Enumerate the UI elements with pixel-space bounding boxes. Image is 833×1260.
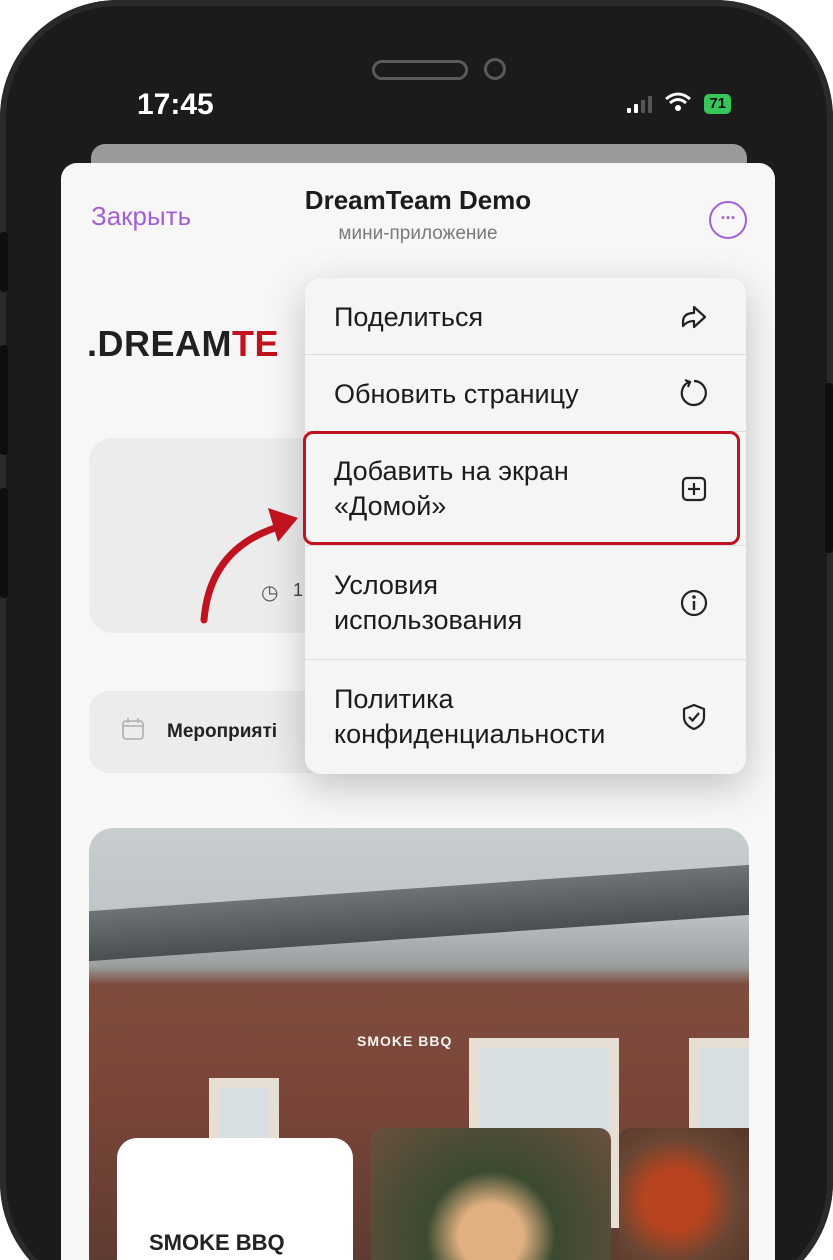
- menu-item-label: Поделиться: [334, 302, 484, 332]
- power-button: [825, 383, 833, 553]
- status-indicators: 71: [627, 92, 731, 116]
- front-camera: [484, 58, 506, 80]
- menu-item-label: Политика конфиденциальности: [334, 684, 606, 749]
- share-icon: [677, 300, 711, 334]
- facade-sign: SMOKE BBQ: [357, 1033, 453, 1049]
- app-title: DreamTeam Demo: [304, 185, 532, 215]
- roof-shape: [89, 864, 749, 962]
- restaurant-card[interactable]: SMOKE BBQ: [117, 1138, 353, 1260]
- menu-item-label: Условия использования: [334, 570, 523, 635]
- menu-item-privacy[interactable]: Политика конфиденциальности: [305, 660, 746, 774]
- menu-item-label: Обновить страницу: [334, 379, 579, 409]
- signal-icon: [627, 95, 653, 113]
- more-options-button[interactable]: ···: [709, 201, 747, 239]
- calendar-icon: [121, 717, 145, 747]
- shield-check-icon: [677, 700, 711, 734]
- pointer-arrow: [200, 508, 298, 624]
- food-image: [371, 1128, 611, 1260]
- menu-item-share[interactable]: Поделиться: [305, 278, 746, 355]
- highlight-frame: [303, 431, 740, 545]
- volume-up-button: [0, 345, 8, 455]
- menu-item-terms[interactable]: Условия использования: [305, 546, 746, 660]
- restaurant-photo[interactable]: SMOKE BBQ SMOKE BBQ: [89, 828, 749, 1260]
- logo-accent: TE: [232, 323, 280, 364]
- wifi-icon: [664, 92, 692, 116]
- events-label: Мероприяті: [167, 721, 278, 742]
- app-subtitle: мини-приложение: [338, 223, 498, 244]
- restaurant-name: SMOKE BBQ: [149, 1230, 285, 1255]
- side-button: [0, 232, 8, 292]
- battery-icon: 71: [704, 94, 731, 114]
- food-image: [619, 1128, 749, 1260]
- brand-logo: .DREAMTE: [87, 323, 279, 365]
- logo-main: .DREAM: [87, 323, 232, 364]
- info-icon: [677, 586, 711, 620]
- refresh-icon: [677, 376, 711, 410]
- menu-item-refresh[interactable]: Обновить страницу: [305, 355, 746, 432]
- volume-down-button: [0, 488, 8, 598]
- speaker-grille: [372, 60, 468, 80]
- status-time: 17:45: [137, 88, 214, 121]
